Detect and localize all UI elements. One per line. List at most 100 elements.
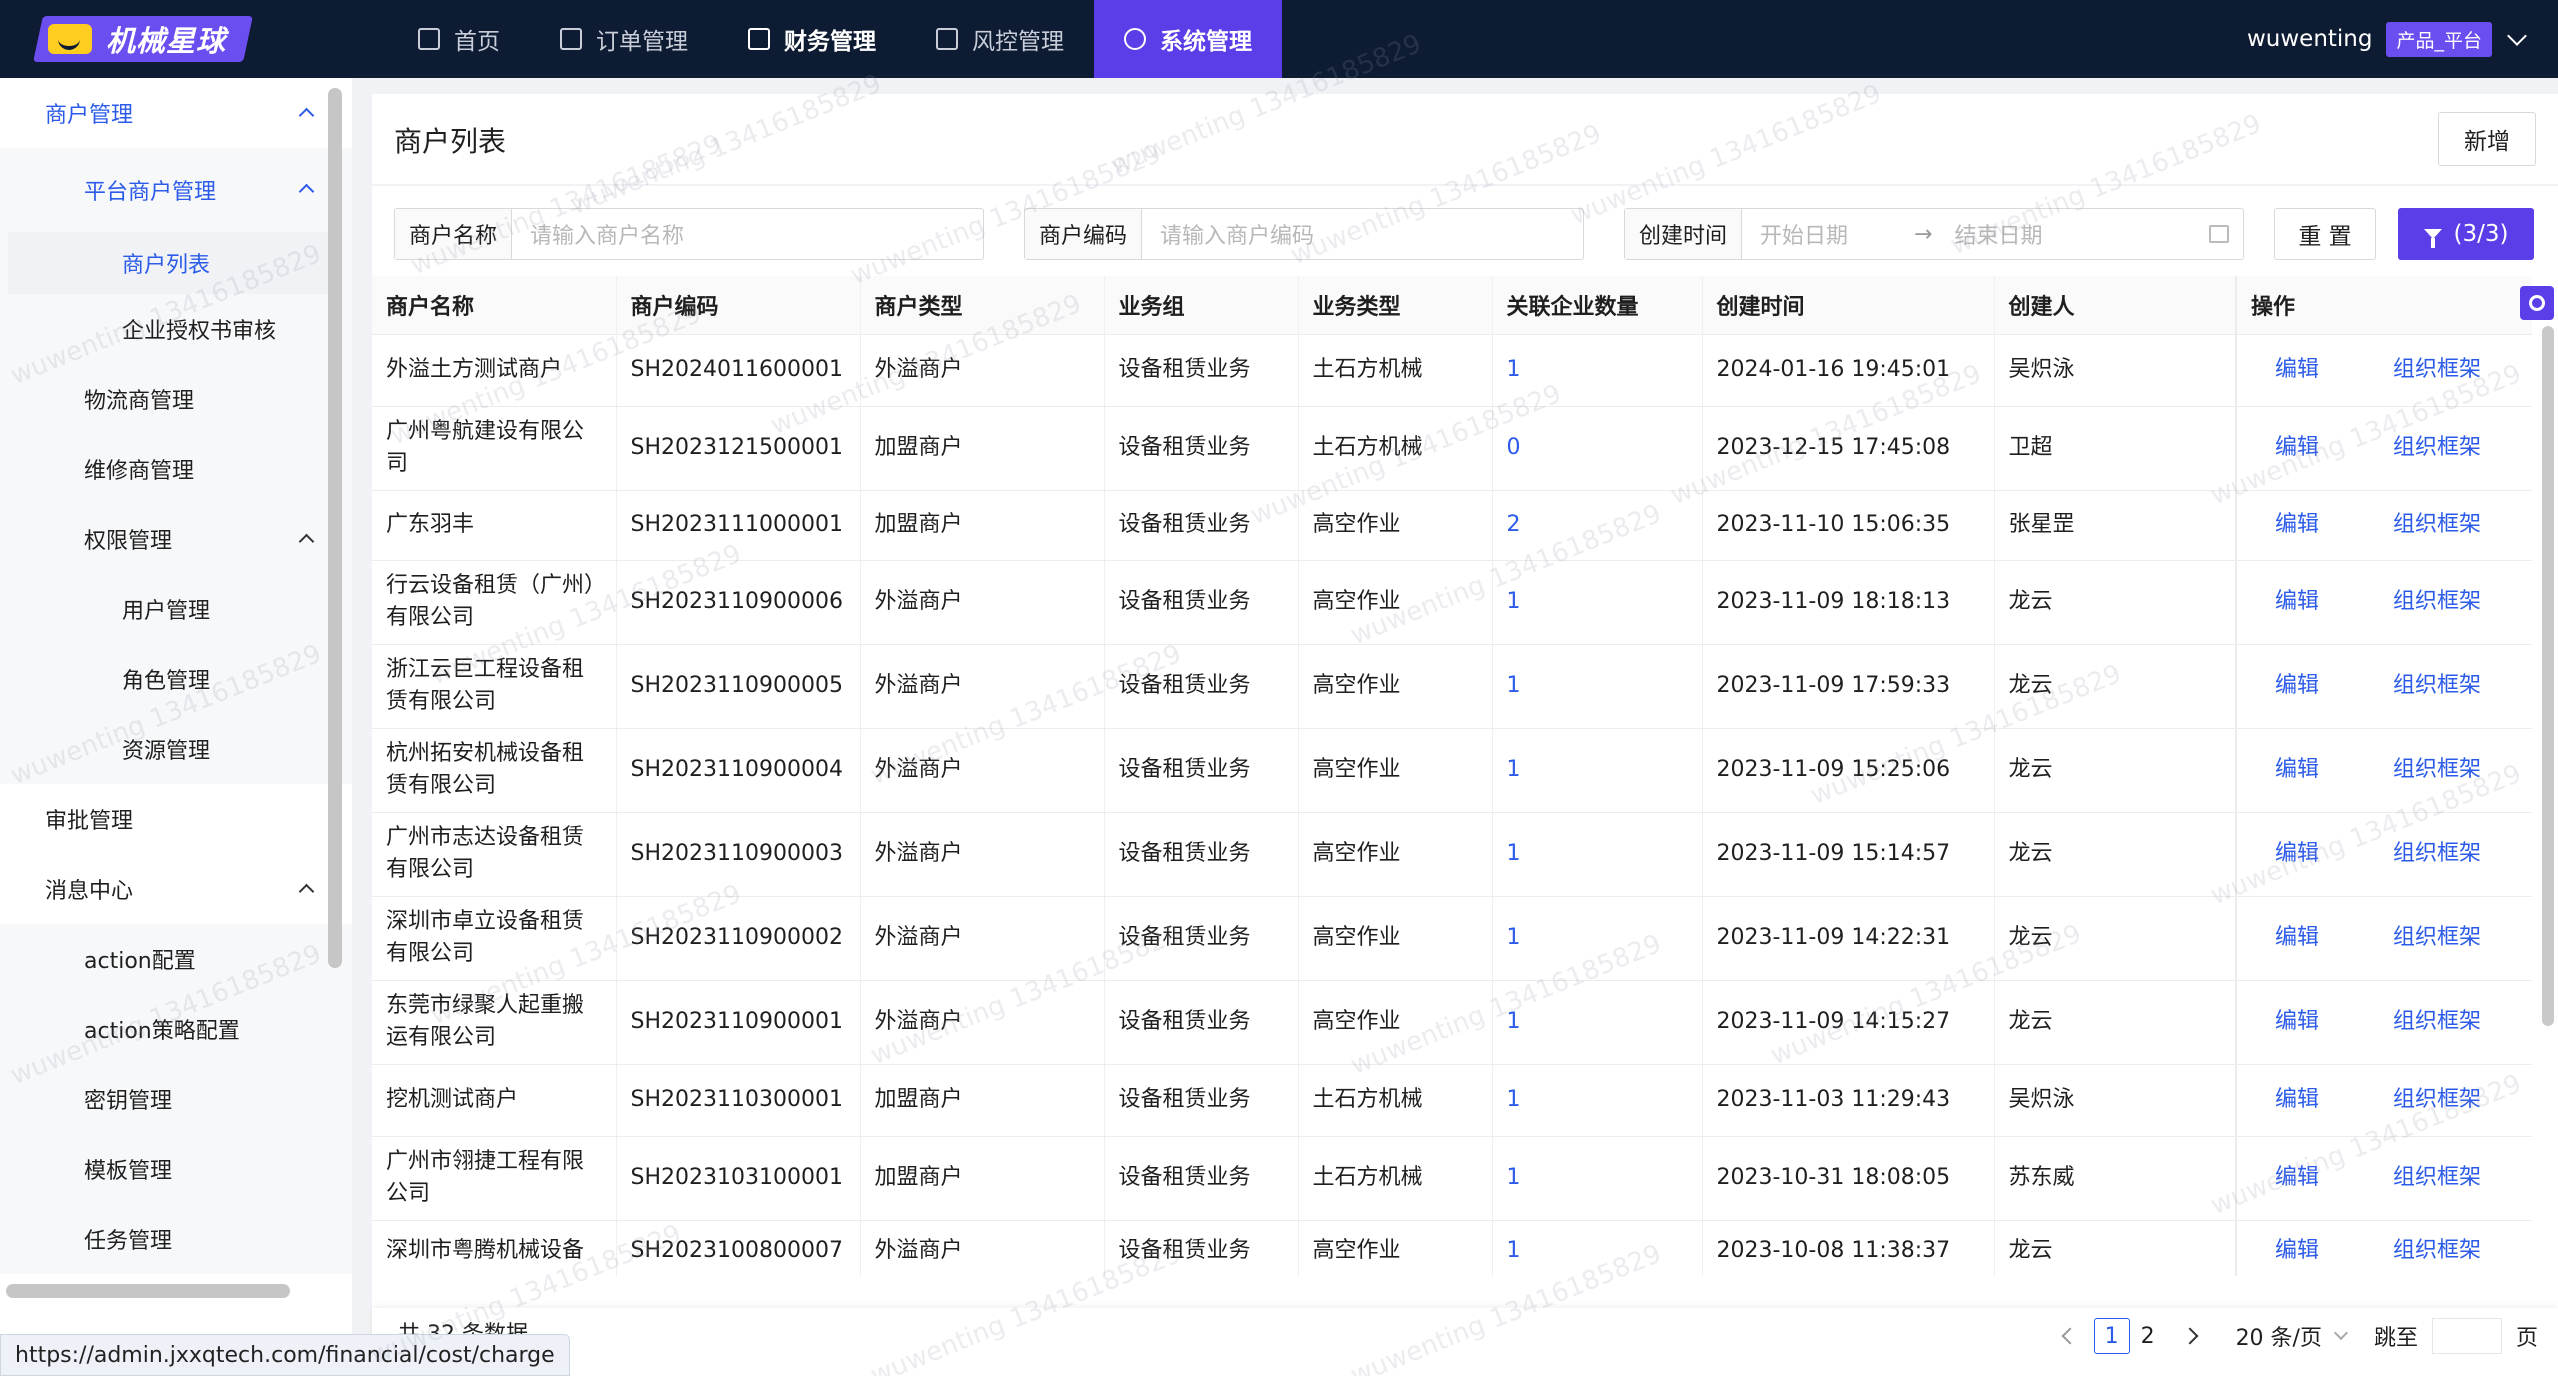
end-date-input[interactable]: 结束日期	[1954, 218, 2042, 250]
org-structure-link[interactable]: 组织框架	[2393, 838, 2481, 870]
page-1[interactable]: 1	[2093, 1318, 2130, 1354]
table-cell: 2023-11-09 17:59:33	[1702, 644, 1995, 729]
table-cell: 龙云	[1994, 980, 2237, 1065]
sidebar-item-label: action配置	[84, 949, 196, 974]
table-cell: 吴炽泳	[1994, 334, 2237, 407]
edit-link[interactable]: 编辑	[2275, 838, 2319, 870]
filter-button[interactable]: (3/3)	[2398, 208, 2534, 260]
add-button[interactable]: 新增	[2438, 112, 2536, 166]
table-cell: 龙云	[1994, 560, 2237, 645]
logo-area[interactable]: 机械星球	[0, 0, 388, 78]
edit-link[interactable]: 编辑	[2275, 670, 2319, 702]
org-structure-link[interactable]: 组织框架	[2393, 1162, 2481, 1194]
edit-link[interactable]: 编辑	[2275, 1006, 2319, 1038]
column-header: 业务类型	[1298, 276, 1493, 335]
chevron-left-icon[interactable]	[2061, 1327, 2079, 1345]
chevron-down-icon[interactable]	[2507, 26, 2527, 46]
finance-icon	[748, 28, 770, 50]
edit-link[interactable]: 编辑	[2275, 1235, 2319, 1267]
sidebar-item-user-mgmt[interactable]: 用户管理	[0, 574, 352, 644]
linked-company-count[interactable]: 1	[1492, 1220, 1703, 1276]
table-cell: 2023-11-09 14:15:27	[1702, 980, 1995, 1065]
sidebar-horizontal-scrollbar[interactable]	[6, 1284, 290, 1298]
linked-company-count[interactable]: 1	[1492, 1064, 1703, 1137]
sidebar-item-task-mgmt[interactable]: 任务管理	[0, 1204, 352, 1274]
page-2[interactable]: 2	[2130, 1318, 2166, 1354]
merchant-code-input[interactable]: 请输入商户编码	[1142, 209, 1583, 259]
table-cell: 加盟商户	[860, 406, 1105, 491]
edit-link[interactable]: 编辑	[2275, 1162, 2319, 1194]
merchant-table: 商户名称 商户编码 商户类型 业务组 业务类型 关联企业数量 创建时间 创建人 操作 外溢土方测…	[372, 276, 2532, 1276]
sidebar-item-platform-merchant[interactable]: 平台商户管理	[0, 148, 352, 232]
merchant-name-input[interactable]: 请输入商户名称	[512, 209, 983, 259]
linked-company-count[interactable]: 0	[1492, 406, 1703, 491]
edit-link[interactable]: 编辑	[2275, 754, 2319, 786]
org-structure-link[interactable]: 组织框架	[2393, 509, 2481, 541]
sidebar-scrollbar[interactable]	[328, 88, 342, 968]
linked-company-count[interactable]: 1	[1492, 644, 1703, 729]
edit-link[interactable]: 编辑	[2275, 922, 2319, 954]
user-menu[interactable]: wuwenting 产品_平台	[2247, 0, 2558, 78]
sidebar-item-repair[interactable]: 维修商管理	[0, 434, 352, 504]
nav-orders[interactable]: 订单管理	[530, 0, 718, 78]
sidebar-item-resource-mgmt[interactable]: 资源管理	[0, 714, 352, 784]
table-cell: 设备租赁业务	[1104, 980, 1299, 1065]
table-cell: SH2023110900001	[616, 980, 861, 1065]
calendar-icon[interactable]	[2209, 225, 2229, 243]
linked-company-count[interactable]: 2	[1492, 490, 1703, 561]
reset-button[interactable]: 重 置	[2274, 208, 2376, 260]
column-header: 关联企业数量	[1492, 276, 1703, 335]
logo[interactable]: 机械星球	[33, 16, 253, 62]
org-structure-link[interactable]: 组织框架	[2393, 754, 2481, 786]
table-cell: 浙江云巨工程设备租赁有限公司	[372, 644, 617, 729]
org-structure-link[interactable]: 组织框架	[2393, 586, 2481, 618]
org-structure-link[interactable]: 组织框架	[2393, 922, 2481, 954]
sidebar-item-logistics[interactable]: 物流商管理	[0, 364, 352, 434]
username: wuwenting	[2246, 26, 2373, 52]
linked-company-count[interactable]: 1	[1492, 334, 1703, 407]
edit-link[interactable]: 编辑	[2275, 509, 2319, 541]
table-cell: SH2023111000001	[616, 490, 861, 561]
start-date-input[interactable]: 开始日期	[1760, 218, 1848, 250]
sidebar-item-action-policy[interactable]: action策略配置	[0, 994, 352, 1064]
linked-company-count[interactable]: 1	[1492, 812, 1703, 897]
org-structure-link[interactable]: 组织框架	[2393, 670, 2481, 702]
chevron-right-icon[interactable]	[2181, 1327, 2199, 1345]
nav-risk[interactable]: 风控管理	[906, 0, 1094, 78]
sidebar-item-action-config[interactable]: action配置	[0, 924, 352, 994]
page-size-select[interactable]: 20 条/页	[2224, 1320, 2358, 1352]
edit-link[interactable]: 编辑	[2275, 1084, 2319, 1116]
sidebar-item-merchant-list[interactable]: 商户列表	[8, 232, 330, 294]
linked-company-count[interactable]: 1	[1492, 896, 1703, 981]
linked-company-count[interactable]: 1	[1492, 1136, 1703, 1221]
org-structure-link[interactable]: 组织框架	[2393, 432, 2481, 464]
table-cell: 加盟商户	[860, 490, 1105, 561]
jump-input[interactable]	[2431, 1318, 2502, 1354]
linked-company-count[interactable]: 1	[1492, 560, 1703, 645]
sidebar-item-permission[interactable]: 权限管理	[0, 504, 352, 574]
nav-home[interactable]: 首页	[388, 0, 530, 78]
org-structure-link[interactable]: 组织框架	[2393, 354, 2481, 386]
date-range-picker[interactable]: 开始日期 → 结束日期	[1742, 209, 2243, 259]
edit-link[interactable]: 编辑	[2275, 354, 2319, 386]
sidebar-item-role-mgmt[interactable]: 角色管理	[0, 644, 352, 714]
table-cell: 土石方机械	[1298, 1136, 1493, 1221]
sidebar-item-template-mgmt[interactable]: 模板管理	[0, 1134, 352, 1204]
column-settings-button[interactable]	[2520, 286, 2554, 320]
sidebar-item-merchant[interactable]: 商户管理	[0, 78, 352, 148]
nav-system[interactable]: 系统管理	[1094, 0, 1282, 78]
linked-company-count[interactable]: 1	[1492, 728, 1703, 813]
table-scrollbar[interactable]	[2542, 326, 2554, 1026]
nav-finance[interactable]: 财务管理	[718, 0, 906, 78]
sidebar-item-approval[interactable]: 审批管理	[0, 784, 352, 854]
org-structure-link[interactable]: 组织框架	[2393, 1006, 2481, 1038]
org-structure-link[interactable]: 组织框架	[2393, 1235, 2481, 1267]
table-cell: SH2023110900003	[616, 812, 861, 897]
sidebar-item-auth-review[interactable]: 企业授权书审核	[0, 294, 352, 364]
edit-link[interactable]: 编辑	[2275, 432, 2319, 464]
sidebar-item-key-mgmt[interactable]: 密钥管理	[0, 1064, 352, 1134]
edit-link[interactable]: 编辑	[2275, 586, 2319, 618]
sidebar-item-message[interactable]: 消息中心	[0, 854, 352, 924]
org-structure-link[interactable]: 组织框架	[2393, 1084, 2481, 1116]
linked-company-count[interactable]: 1	[1492, 980, 1703, 1065]
